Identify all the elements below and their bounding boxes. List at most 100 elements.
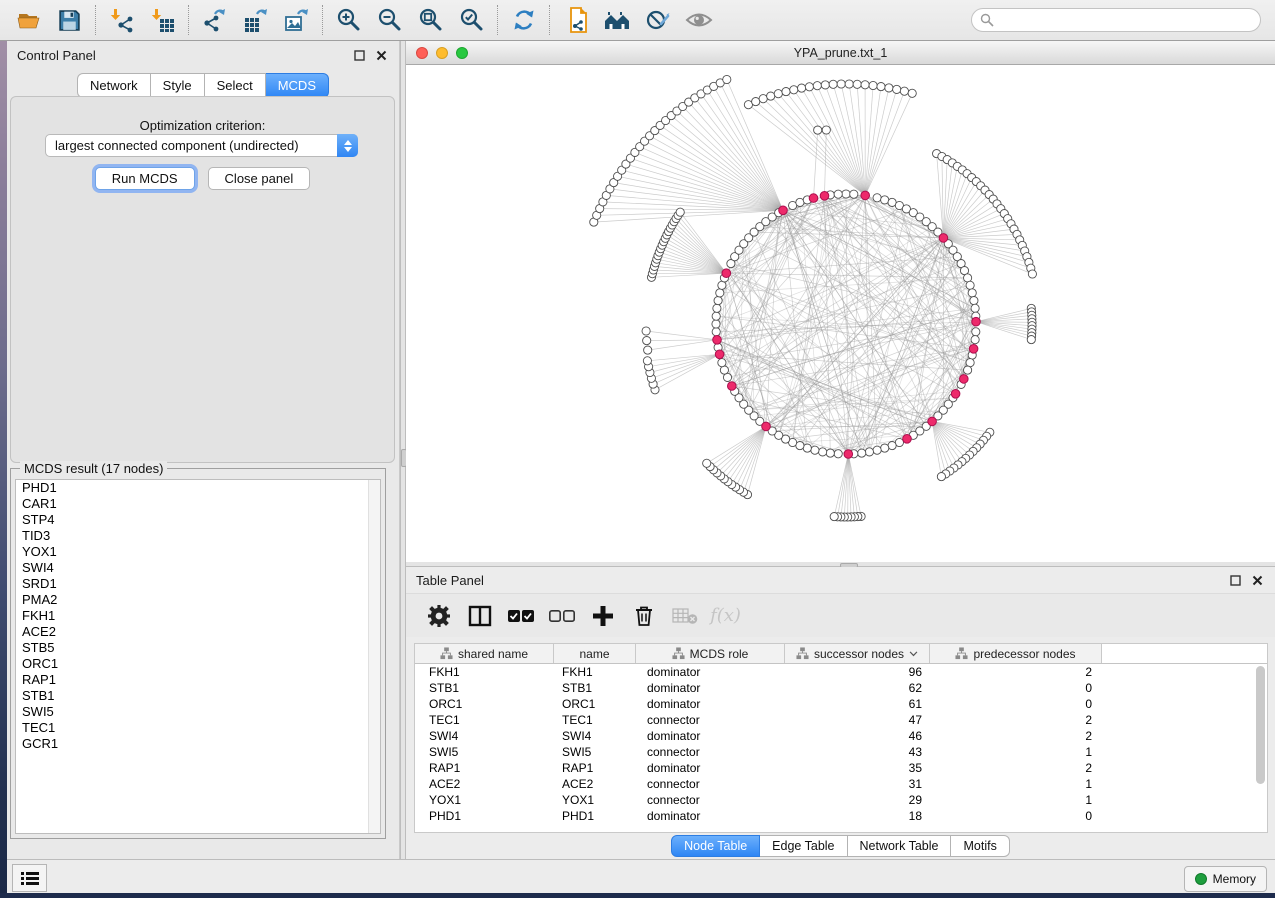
zoom-in-icon[interactable] (328, 2, 369, 38)
tab-select[interactable]: Select (205, 73, 266, 98)
zoom-fit-icon[interactable] (410, 2, 451, 38)
network-node[interactable] (893, 85, 901, 93)
search-box[interactable] (971, 8, 1261, 32)
network-node[interactable] (971, 304, 979, 312)
network-node[interactable] (712, 320, 720, 328)
mcds-result-item[interactable]: STP4 (16, 512, 380, 528)
mcds-result-item[interactable]: TEC1 (16, 720, 380, 736)
network-node-selected[interactable] (903, 435, 912, 444)
hide-selected-icon[interactable] (637, 2, 678, 38)
network-node[interactable] (821, 81, 829, 89)
export-table-icon[interactable] (235, 2, 276, 38)
network-node-selected[interactable] (861, 191, 870, 200)
first-neighbors-icon[interactable] (596, 2, 637, 38)
network-node[interactable] (767, 92, 775, 100)
table-row[interactable]: STB1STB1dominator620 (415, 680, 1267, 696)
tab-network-table[interactable]: Network Table (848, 835, 952, 857)
mcds-result-item[interactable]: CAR1 (16, 496, 380, 512)
zoom-selected-icon[interactable] (451, 2, 492, 38)
column-header-successor-nodes[interactable]: successor nodes (785, 644, 930, 663)
network-node[interactable] (790, 86, 798, 94)
network-node[interactable] (881, 444, 889, 452)
network-node[interactable] (968, 289, 976, 297)
network-node[interactable] (971, 336, 979, 344)
table-settings-icon[interactable] (420, 599, 457, 633)
network-node[interactable] (834, 190, 842, 198)
network-node-selected[interactable] (972, 317, 981, 326)
table-row[interactable]: TEC1TEC1connector472 (415, 712, 1267, 728)
network-node[interactable] (900, 87, 908, 95)
column-header-name[interactable]: name (554, 644, 636, 663)
column-header-predecessor-nodes[interactable]: predecessor nodes (930, 644, 1102, 663)
tab-edge-table[interactable]: Edge Table (760, 835, 847, 857)
network-node-selected[interactable] (951, 390, 960, 399)
table-row[interactable]: ORC1ORC1dominator610 (415, 696, 1267, 712)
network-node[interactable] (723, 75, 731, 83)
open-file-icon[interactable] (8, 2, 49, 38)
network-node[interactable] (853, 80, 861, 88)
mcds-result-item[interactable]: GCR1 (16, 736, 380, 752)
column-header-shared-name[interactable]: shared name (415, 644, 554, 663)
mcds-result-item[interactable]: STB5 (16, 640, 380, 656)
network-node-selected[interactable] (969, 345, 978, 354)
show-all-eye-icon[interactable] (678, 2, 719, 38)
network-node[interactable] (798, 84, 806, 92)
network-node[interactable] (643, 337, 651, 345)
table-row[interactable]: SWI5SWI5connector431 (415, 744, 1267, 760)
delete-column-icon[interactable] (625, 599, 662, 633)
close-panel-icon[interactable] (1249, 572, 1265, 588)
network-node[interactable] (842, 190, 850, 198)
select-all-icon[interactable] (502, 599, 539, 633)
network-node[interactable] (850, 190, 858, 198)
network-node[interactable] (873, 194, 881, 202)
network-node[interactable] (861, 81, 869, 89)
refresh-icon[interactable] (503, 2, 544, 38)
network-node[interactable] (644, 346, 652, 354)
network-node-selected[interactable] (779, 206, 788, 215)
export-network-icon[interactable] (194, 2, 235, 38)
network-node[interactable] (972, 328, 980, 336)
mcds-result-item[interactable]: PHD1 (16, 480, 380, 496)
network-node-selected[interactable] (844, 450, 853, 459)
network-node[interactable] (774, 90, 782, 98)
table-scrollbar[interactable] (1256, 666, 1265, 784)
new-network-from-selection-icon[interactable] (555, 2, 596, 38)
mcds-result-list[interactable]: PHD1CAR1STP4TID3YOX1SWI4SRD1PMA2FKH1ACE2… (15, 479, 381, 834)
network-node[interactable] (858, 449, 866, 457)
export-image-icon[interactable] (276, 2, 317, 38)
network-node[interactable] (966, 281, 974, 289)
network-node-selected[interactable] (722, 269, 731, 278)
node-table[interactable]: shared namenameMCDS rolesuccessor nodesp… (414, 643, 1268, 833)
network-canvas[interactable] (406, 65, 1275, 562)
network-node[interactable] (1028, 270, 1036, 278)
network-node-selected[interactable] (715, 350, 724, 359)
add-column-icon[interactable] (584, 599, 621, 633)
network-node[interactable] (885, 84, 893, 92)
network-node[interactable] (814, 126, 822, 134)
network-node[interactable] (718, 359, 726, 367)
network-node[interactable] (873, 446, 881, 454)
mcds-result-item[interactable]: SWI5 (16, 704, 380, 720)
tab-mcds[interactable]: MCDS (266, 73, 329, 98)
table-row[interactable]: FKH1FKH1dominator962 (415, 664, 1267, 680)
mcds-result-item[interactable]: ORC1 (16, 656, 380, 672)
network-node-selected[interactable] (762, 422, 771, 431)
zoom-out-icon[interactable] (369, 2, 410, 38)
network-node[interactable] (819, 448, 827, 456)
tab-network[interactable]: Network (77, 73, 151, 98)
mcds-list-scrollbar[interactable] (368, 480, 380, 833)
network-window-titlebar[interactable]: YPA_prune.txt_1 (406, 41, 1275, 65)
network-node-selected[interactable] (728, 382, 737, 391)
network-node[interactable] (759, 95, 767, 103)
mcds-result-item[interactable]: TID3 (16, 528, 380, 544)
network-node[interactable] (712, 312, 720, 320)
network-node[interactable] (714, 297, 722, 305)
table-row[interactable]: RAP1RAP1dominator352 (415, 760, 1267, 776)
deselect-all-icon[interactable] (543, 599, 580, 633)
network-node-selected[interactable] (820, 192, 829, 201)
network-node[interactable] (712, 328, 720, 336)
network-node[interactable] (703, 459, 711, 467)
mcds-result-item[interactable]: ACE2 (16, 624, 380, 640)
save-session-icon[interactable] (49, 2, 90, 38)
import-table-icon[interactable] (142, 2, 183, 38)
